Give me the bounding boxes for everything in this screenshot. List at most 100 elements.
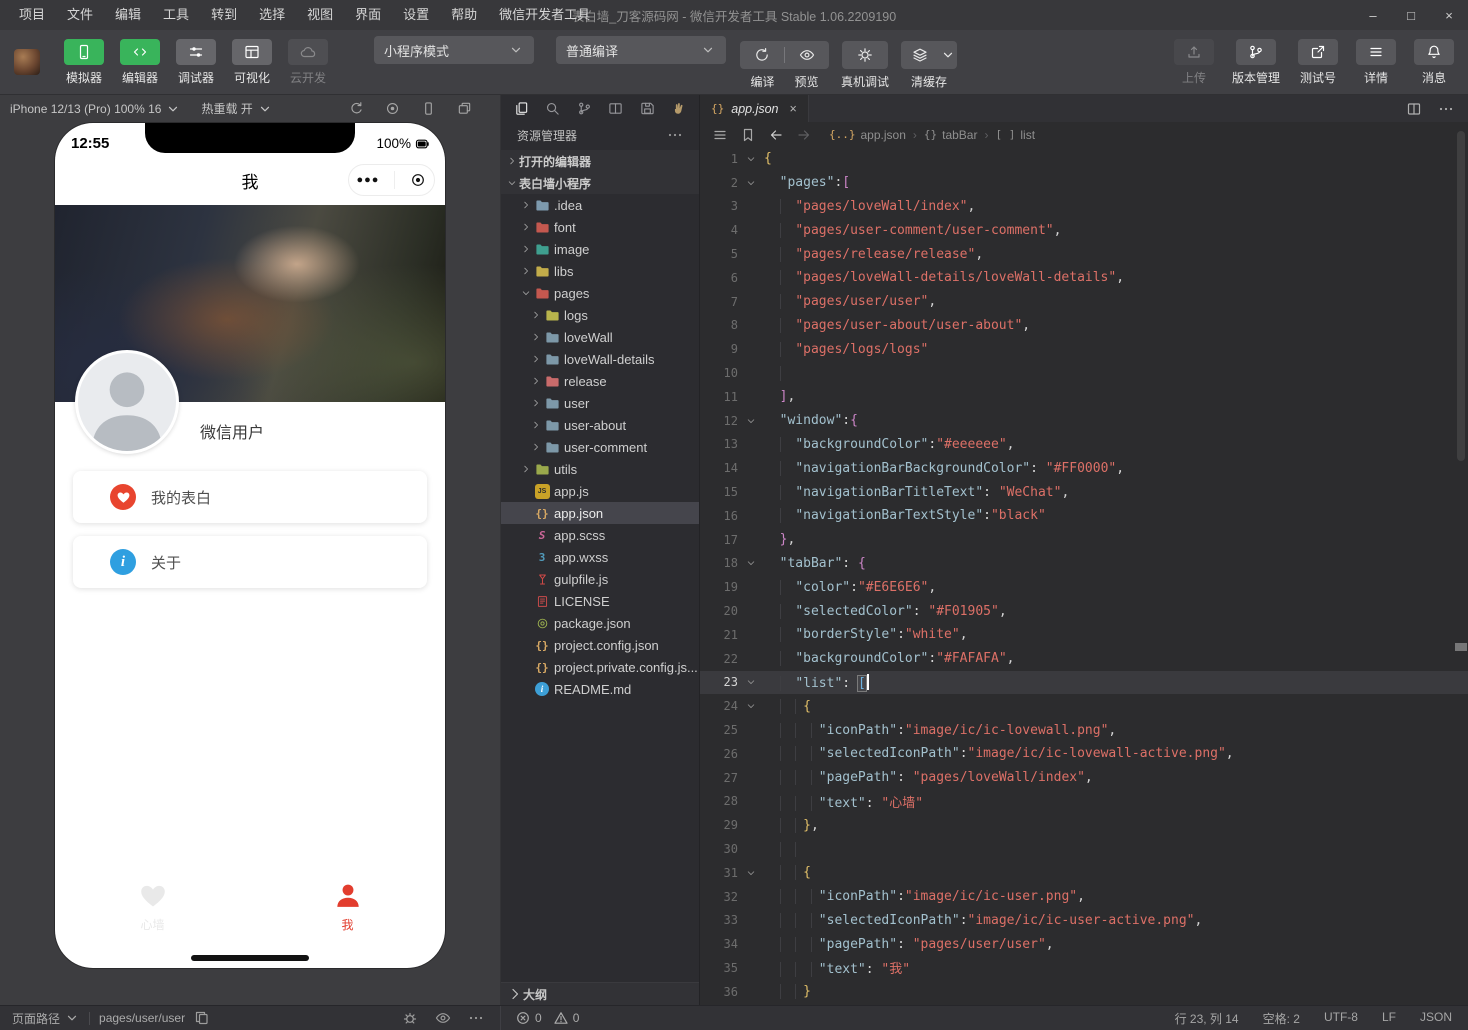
menubar-item-2[interactable]: 编辑 <box>104 0 152 30</box>
code-line-36[interactable]: 36 } <box>700 980 1468 1004</box>
code-line-14[interactable]: 14 "navigationBarBackgroundColor": "#FF0… <box>700 456 1468 480</box>
tree-file-package.json[interactable]: package.json <box>501 612 699 634</box>
fold-chevron-icon[interactable] <box>738 154 764 164</box>
code-line-17[interactable]: 17 }, <box>700 528 1468 552</box>
hot-reload-toggle[interactable]: 热重载 开 <box>201 100 272 117</box>
more-icon[interactable] <box>1438 101 1454 117</box>
tree-folder-logs[interactable]: logs <box>501 304 699 326</box>
tree-folder-release[interactable]: release <box>501 370 699 392</box>
tree-file-project.config.json[interactable]: {}project.config.json <box>501 634 699 656</box>
remote-debug-button[interactable]: 真机调试 <box>841 41 889 90</box>
toolbar-code-button[interactable]: 编辑器 <box>120 39 160 86</box>
files-icon[interactable] <box>514 101 529 116</box>
scrollbar[interactable] <box>1457 131 1465 461</box>
save-icon[interactable] <box>640 101 655 116</box>
outline-icon[interactable] <box>712 127 728 143</box>
code-line-34[interactable]: 34 "pagePath": "pages/user/user", <box>700 932 1468 956</box>
code-line-26[interactable]: 26 "selectedIconPath":"image/ic/ic-lovew… <box>700 742 1468 766</box>
tree-folder-pages[interactable]: pages <box>501 282 699 304</box>
menubar-item-8[interactable]: 设置 <box>392 0 440 30</box>
phone-simulator[interactable]: 12:55 100% 我 ●●● <box>55 123 445 968</box>
menubar-item-4[interactable]: 转到 <box>200 0 248 30</box>
code-line-24[interactable]: 24 { <box>700 694 1468 718</box>
maximize-button[interactable]: □ <box>1392 0 1430 30</box>
copy-icon[interactable] <box>194 1010 210 1026</box>
code-line-27[interactable]: 27 "pagePath": "pages/loveWall/index", <box>700 766 1468 790</box>
tree-folder-image[interactable]: image <box>501 238 699 260</box>
toolbar-listlines-button[interactable]: 详情 <box>1356 39 1396 86</box>
encoding[interactable]: UTF-8 <box>1324 1010 1358 1027</box>
menubar-item-9[interactable]: 帮助 <box>440 0 488 30</box>
fold-chevron-icon[interactable] <box>738 677 764 687</box>
more-icon[interactable] <box>667 127 683 143</box>
code-line-29[interactable]: 29 }, <box>700 813 1468 837</box>
preview-button[interactable] <box>785 41 829 69</box>
code-line-19[interactable]: 19 "color":"#E6E6E6", <box>700 575 1468 599</box>
breadcrumb-item-app.json[interactable]: {..}app.json <box>829 128 906 142</box>
tree-section-0[interactable]: 打开的编辑器 <box>501 150 699 172</box>
code-line-10[interactable]: 10 <box>700 361 1468 385</box>
tree-file-project.private.config.js...[interactable]: {}project.private.config.js... <box>501 656 699 678</box>
code-line-21[interactable]: 21 "borderStyle":"white", <box>700 623 1468 647</box>
code-line-11[interactable]: 11 ], <box>700 385 1468 409</box>
close-icon[interactable]: × <box>790 102 797 116</box>
code-line-20[interactable]: 20 "selectedColor": "#F01905", <box>700 599 1468 623</box>
code-line-6[interactable]: 6 "pages/loveWall-details/loveWall-detai… <box>700 266 1468 290</box>
outline-section[interactable]: 大纲 <box>501 982 699 1005</box>
tab-app-json[interactable]: {} app.json × <box>700 95 809 122</box>
code-line-13[interactable]: 13 "backgroundColor":"#eeeeee", <box>700 433 1468 457</box>
menubar-item-5[interactable]: 选择 <box>248 0 296 30</box>
code-line-15[interactable]: 15 "navigationBarTitleText": "WeChat", <box>700 480 1468 504</box>
tree-file-LICENSE[interactable]: LICENSE <box>501 590 699 612</box>
more-icon[interactable]: ●●● <box>357 174 380 186</box>
tree-file-app.scss[interactable]: Sapp.scss <box>501 524 699 546</box>
code-line-3[interactable]: 3 "pages/loveWall/index", <box>700 195 1468 219</box>
eye-icon[interactable] <box>435 1010 451 1026</box>
problems-indicator[interactable]: 0 0 <box>500 1006 579 1030</box>
toolbar-external-button[interactable]: 测试号 <box>1298 39 1338 86</box>
more-icon[interactable] <box>468 1010 484 1026</box>
back-icon[interactable] <box>768 127 784 143</box>
tree-file-README.md[interactable]: iREADME.md <box>501 678 699 700</box>
forward-icon[interactable] <box>796 127 812 143</box>
code-line-12[interactable]: 12 "window":{ <box>700 409 1468 433</box>
language-mode[interactable]: JSON <box>1420 1010 1452 1027</box>
code-line-33[interactable]: 33 "selectedIconPath":"image/ic/ic-user-… <box>700 909 1468 933</box>
code-line-8[interactable]: 8 "pages/user-about/user-about", <box>700 314 1468 338</box>
split-icon[interactable] <box>608 101 623 116</box>
branch-icon[interactable] <box>577 101 592 116</box>
code-line-5[interactable]: 5 "pages/release/release", <box>700 242 1468 266</box>
fold-chevron-icon[interactable] <box>738 558 764 568</box>
code-line-9[interactable]: 9 "pages/logs/logs" <box>700 337 1468 361</box>
code-line-32[interactable]: 32 "iconPath":"image/ic/ic-user.png", <box>700 885 1468 909</box>
tree-folder-font[interactable]: font <box>501 216 699 238</box>
fold-chevron-icon[interactable] <box>738 416 764 426</box>
split-editor-icon[interactable] <box>1406 101 1422 117</box>
code-line-31[interactable]: 31 { <box>700 861 1468 885</box>
indent-setting[interactable]: 空格: 2 <box>1263 1010 1300 1027</box>
clear-cache-button[interactable]: 清缓存 <box>901 41 957 90</box>
profile-menu-item-1[interactable]: i关于 <box>73 536 427 588</box>
compile-mode-select[interactable]: 普通编译 <box>556 36 726 64</box>
fold-chevron-icon[interactable] <box>738 178 764 188</box>
code-line-22[interactable]: 22 "backgroundColor":"#FAFAFA", <box>700 647 1468 671</box>
code-line-25[interactable]: 25 "iconPath":"image/ic/ic-lovewall.png"… <box>700 718 1468 742</box>
tree-file-app.wxss[interactable]: 3app.wxss <box>501 546 699 568</box>
fold-chevron-icon[interactable] <box>738 701 764 711</box>
minimize-button[interactable]: – <box>1354 0 1392 30</box>
device-icon[interactable] <box>421 101 436 116</box>
close-button[interactable]: × <box>1430 0 1468 30</box>
code-line-30[interactable]: 30 <box>700 837 1468 861</box>
code-line-23[interactable]: 23 "list": [ <box>700 671 1468 695</box>
tree-folder-.idea[interactable]: .idea <box>501 194 699 216</box>
device-selector[interactable]: iPhone 12/13 (Pro) 100% 16 <box>10 101 181 117</box>
menubar-item-0[interactable]: 项目 <box>8 0 56 30</box>
toolbar-bell-button[interactable]: 消息 <box>1414 39 1454 86</box>
fold-chevron-icon[interactable] <box>738 868 764 878</box>
eol-setting[interactable]: LF <box>1382 1010 1396 1027</box>
exit-icon[interactable] <box>410 172 426 188</box>
menubar-item-3[interactable]: 工具 <box>152 0 200 30</box>
breadcrumb-item-tabBar[interactable]: {}tabBar <box>924 128 978 142</box>
tree-folder-loveWall[interactable]: loveWall <box>501 326 699 348</box>
code-area[interactable]: 1{2 "pages":[3 "pages/loveWall/index",4 … <box>700 147 1468 1005</box>
